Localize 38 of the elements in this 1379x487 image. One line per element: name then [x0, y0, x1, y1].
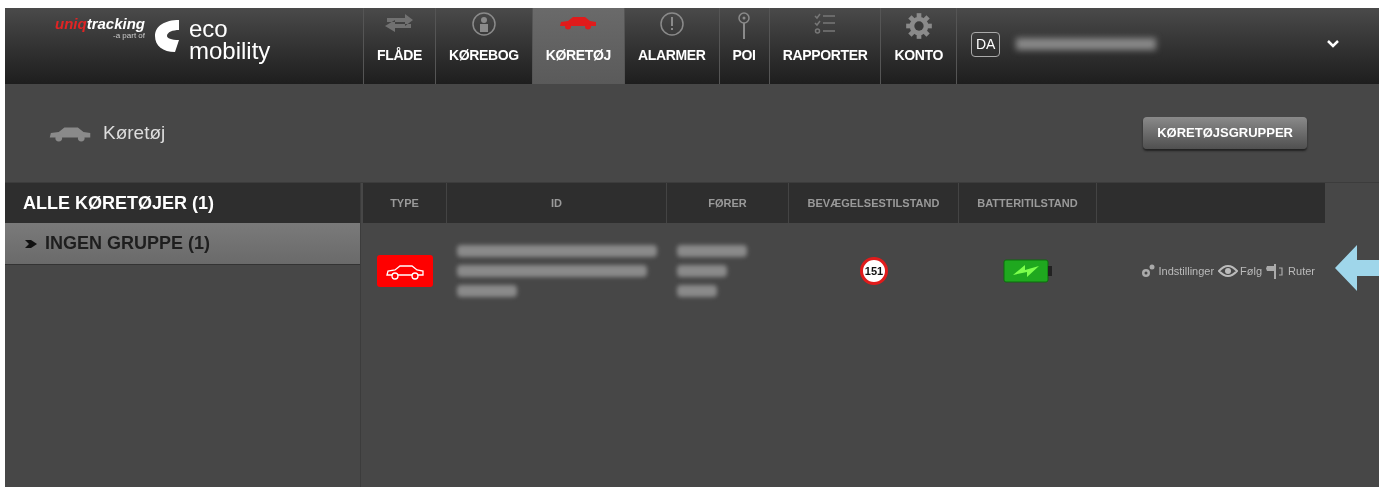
blurred-text: [677, 265, 727, 277]
vehicle-groups-button[interactable]: KØRETØJSGRUPPER: [1143, 117, 1307, 149]
battery-charging-icon: [1003, 259, 1053, 283]
blurred-text: [457, 285, 517, 297]
column-header: BATTERITILSTAND: [959, 183, 1097, 223]
checklist-icon: [813, 12, 838, 36]
logo-mark-icon: [153, 18, 181, 54]
nav-tab[interactable]: KØRETØJ: [531, 8, 625, 84]
logo-text: mobility: [189, 39, 271, 62]
blurred-text: [677, 245, 747, 257]
group-label: INGEN GRUPPE (1): [45, 232, 211, 255]
gear-icon: [904, 12, 933, 40]
column-header: TYPE: [363, 183, 447, 223]
gears-icon: [1140, 263, 1157, 279]
page-title: Køretøj: [103, 120, 166, 145]
nav-tab[interactable]: FLÅDE: [363, 8, 435, 84]
speed-sign: 151: [860, 257, 888, 285]
sidebar-title[interactable]: ALLE KØRETØJER (1): [5, 183, 360, 223]
chevron-down-icon[interactable]: [1327, 38, 1339, 50]
logo-text: eco: [189, 18, 229, 40]
brand-name: uniqtracking: [55, 16, 145, 31]
pin-icon: [736, 12, 753, 40]
chevron-icon: [25, 239, 37, 248]
eye-icon: [1218, 263, 1239, 279]
brand-tagline: -a part of: [113, 31, 145, 41]
left-arrow-icon: [1335, 245, 1379, 291]
column-header: BEVÆGELSESTILSTAND: [789, 183, 959, 223]
alert-icon: [659, 12, 684, 36]
car-icon: [47, 124, 93, 142]
row-action-link[interactable]: Ruter: [1266, 262, 1315, 280]
person-icon: [471, 12, 496, 36]
language-badge[interactable]: DA: [971, 32, 1001, 57]
car-outline-icon: [385, 262, 425, 280]
blurred-text: [677, 285, 717, 297]
row-action-link[interactable]: Følg: [1218, 262, 1263, 280]
row-action-link[interactable]: Indstillinger: [1140, 262, 1215, 280]
column-header: ID: [447, 183, 667, 223]
column-header: FØRER: [667, 183, 789, 223]
